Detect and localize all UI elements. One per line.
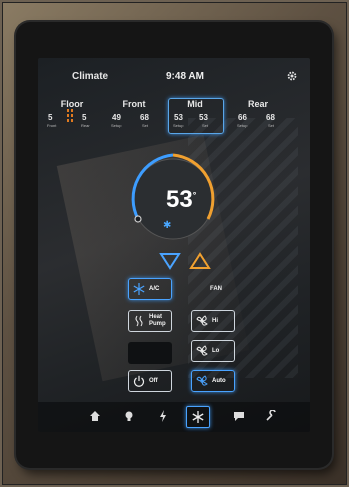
- fan-auto-label: Auto: [212, 378, 226, 384]
- ac-button[interactable]: A/C: [128, 278, 172, 300]
- zone-left-label: Setup: [173, 123, 184, 128]
- heat-pump-label-line2: Pump: [149, 321, 166, 327]
- heat-pump-label-line1: Heat: [149, 314, 163, 320]
- fan-hi-button[interactable]: Hi: [191, 310, 235, 332]
- fan-icon: [196, 345, 208, 356]
- climate-screen: Climate 9:48 AM Floor 5 Front 5 Rear Fro…: [38, 58, 310, 432]
- zone-right-label: Set: [268, 123, 275, 128]
- fan-auto-button[interactable]: Auto: [191, 370, 235, 392]
- zone-right-label: Set: [142, 123, 149, 128]
- zone-left-label: Front: [47, 123, 57, 128]
- zone-front[interactable]: Front 49 Setup 68 Set: [104, 98, 164, 134]
- fan-lo-button[interactable]: Lo: [191, 340, 235, 362]
- off-label: Off: [149, 378, 158, 384]
- tools-icon: [266, 410, 276, 421]
- zone-left-value: 66: [238, 113, 247, 122]
- heat-level-icon: [67, 109, 73, 122]
- zone-left-value: 53: [174, 113, 183, 122]
- temperature-value: 53: [166, 186, 193, 213]
- snowflake-icon: ✱: [163, 220, 172, 231]
- zone-right-label: Rear: [81, 123, 90, 128]
- degree-mark: °: [192, 190, 197, 200]
- fan-icon: [196, 315, 208, 326]
- power-icon: [160, 410, 166, 422]
- bottom-navigation: [38, 402, 310, 432]
- zone-floor[interactable]: Floor 5 Front 5 Rear: [44, 98, 100, 134]
- heat-pump-button[interactable]: Heat Pump: [128, 310, 172, 332]
- gear-icon[interactable]: [286, 70, 298, 82]
- zone-left-value: 5: [48, 113, 53, 122]
- fan-hi-label: Hi: [212, 318, 218, 324]
- power-icon: [133, 375, 145, 387]
- fan-icon: [196, 375, 208, 386]
- zone-name: Front: [122, 99, 146, 109]
- zone-mid[interactable]: Mid 53 Setup 53 Set: [168, 98, 224, 134]
- zone-right-value: 5: [82, 113, 87, 122]
- chat-icon: [234, 412, 244, 421]
- page-title: Climate: [72, 71, 109, 82]
- nav-climate[interactable]: [186, 406, 210, 428]
- zone-left-label: Setup: [111, 123, 122, 128]
- fan-lo-label: Lo: [212, 348, 220, 354]
- zone-name: Floor: [60, 99, 84, 109]
- heat-pump-label: Heat Pump: [149, 314, 166, 328]
- dial-handle[interactable]: [134, 215, 142, 223]
- lightbulb-icon: [125, 411, 133, 421]
- nav-tools[interactable]: [260, 406, 282, 426]
- temperature-up-button[interactable]: [189, 252, 211, 270]
- nav-messages[interactable]: [228, 406, 250, 426]
- zone-right-value: 68: [140, 113, 149, 122]
- zone-left-label: Setup: [237, 123, 248, 128]
- zone-right-value: 53: [199, 113, 208, 122]
- clock-time: 9:48 AM: [166, 71, 204, 82]
- header-bar: Climate 9:48 AM: [38, 58, 310, 86]
- nav-power[interactable]: [152, 406, 174, 426]
- off-button[interactable]: Off: [128, 370, 172, 392]
- snowflake-icon: [133, 283, 145, 295]
- temperature-down-button[interactable]: [159, 252, 181, 270]
- temperature-readout: 53°: [166, 186, 196, 214]
- zone-rear[interactable]: Rear 66 Setup 68 Set: [228, 98, 288, 134]
- heat-wave-icon: [135, 315, 143, 327]
- zone-right-label: Set: [202, 123, 209, 128]
- zone-name: Rear: [247, 99, 268, 109]
- home-icon: [90, 411, 100, 421]
- nav-lighting[interactable]: [118, 406, 140, 426]
- empty-control-slot: [128, 342, 172, 364]
- fan-section-label: FAN: [210, 286, 222, 292]
- zone-selector: Floor 5 Front 5 Rear Front 49 Setup 68 S…: [44, 98, 306, 134]
- snowflake-icon: [192, 411, 204, 423]
- zone-right-value: 68: [266, 113, 275, 122]
- nav-home[interactable]: [84, 406, 106, 426]
- zone-left-value: 49: [112, 113, 121, 122]
- ac-label: A/C: [149, 286, 160, 292]
